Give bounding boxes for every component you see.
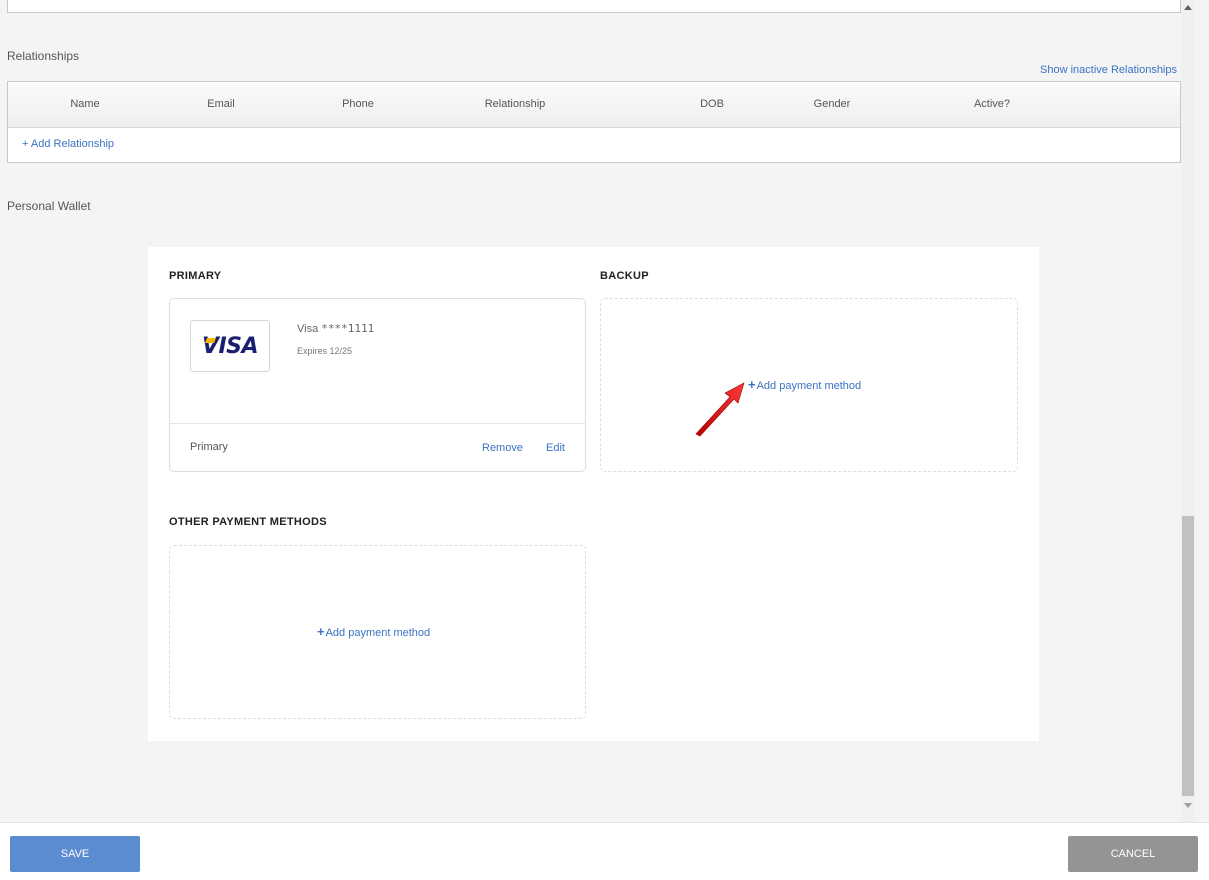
backup-add-payment-method-link[interactable]: +Add payment method [748, 377, 861, 392]
remove-card-link[interactable]: Remove [482, 442, 523, 454]
column-header-name[interactable]: Name [70, 98, 99, 110]
add-relationship-link[interactable]: + Add Relationship [22, 138, 114, 150]
other-payment-methods-heading: OTHER PAYMENT METHODS [169, 516, 327, 528]
edit-card-link[interactable]: Edit [546, 442, 565, 454]
personal-wallet-section-label: Personal Wallet [7, 199, 91, 213]
visa-logo-icon: VISA [190, 320, 270, 372]
card-number: Visa ****1111 [297, 322, 374, 335]
backup-heading: BACKUP [600, 270, 649, 282]
page-content: Relationships Show inactive Relationship… [0, 0, 1195, 822]
relationships-table-header: Name Email Phone Relationship DOB Gender… [8, 82, 1180, 128]
card-expiry: Expires 12/25 [297, 346, 353, 356]
column-header-email[interactable]: Email [207, 98, 235, 110]
relationships-section-label: Relationships [7, 49, 80, 63]
scroll-up-arrow-icon[interactable] [1181, 0, 1195, 14]
form-footer: SAVE CANCEL [0, 822, 1209, 880]
plus-icon: + [317, 624, 325, 639]
column-header-gender[interactable]: Gender [814, 98, 851, 110]
scroll-down-arrow-icon[interactable] [1181, 798, 1195, 812]
column-header-dob[interactable]: DOB [700, 98, 724, 110]
primary-heading: PRIMARY [169, 270, 222, 282]
personal-wallet-panel: PRIMARY BACKUP VISA Visa ****1111 Expire… [148, 247, 1039, 741]
previous-field-remnant[interactable] [7, 0, 1181, 13]
other-add-payment-method-link[interactable]: +Add payment method [317, 624, 430, 639]
scrollbar-thumb[interactable] [1182, 516, 1194, 796]
card-brand: Visa [297, 323, 319, 335]
show-inactive-relationships-link[interactable]: Show inactive Relationships [1040, 64, 1177, 76]
card-masked-number: ****1111 [321, 322, 375, 335]
cancel-button[interactable]: CANCEL [1068, 836, 1198, 872]
vertical-scrollbar[interactable] [1181, 0, 1195, 822]
other-payment-slot[interactable]: +Add payment method [169, 545, 586, 719]
red-arrow-annotation-icon [695, 382, 745, 437]
column-header-active[interactable]: Active? [974, 98, 1010, 110]
relationships-table: Name Email Phone Relationship DOB Gender… [7, 81, 1181, 163]
column-header-relationship[interactable]: Relationship [485, 98, 546, 110]
save-button[interactable]: SAVE [10, 836, 140, 872]
column-header-phone[interactable]: Phone [342, 98, 374, 110]
card-status-label: Primary [190, 441, 228, 453]
primary-payment-card: VISA Visa ****1111 Expires 12/25 Primary… [169, 298, 586, 472]
card-divider [170, 423, 585, 424]
backup-payment-slot[interactable]: +Add payment method [600, 298, 1018, 472]
